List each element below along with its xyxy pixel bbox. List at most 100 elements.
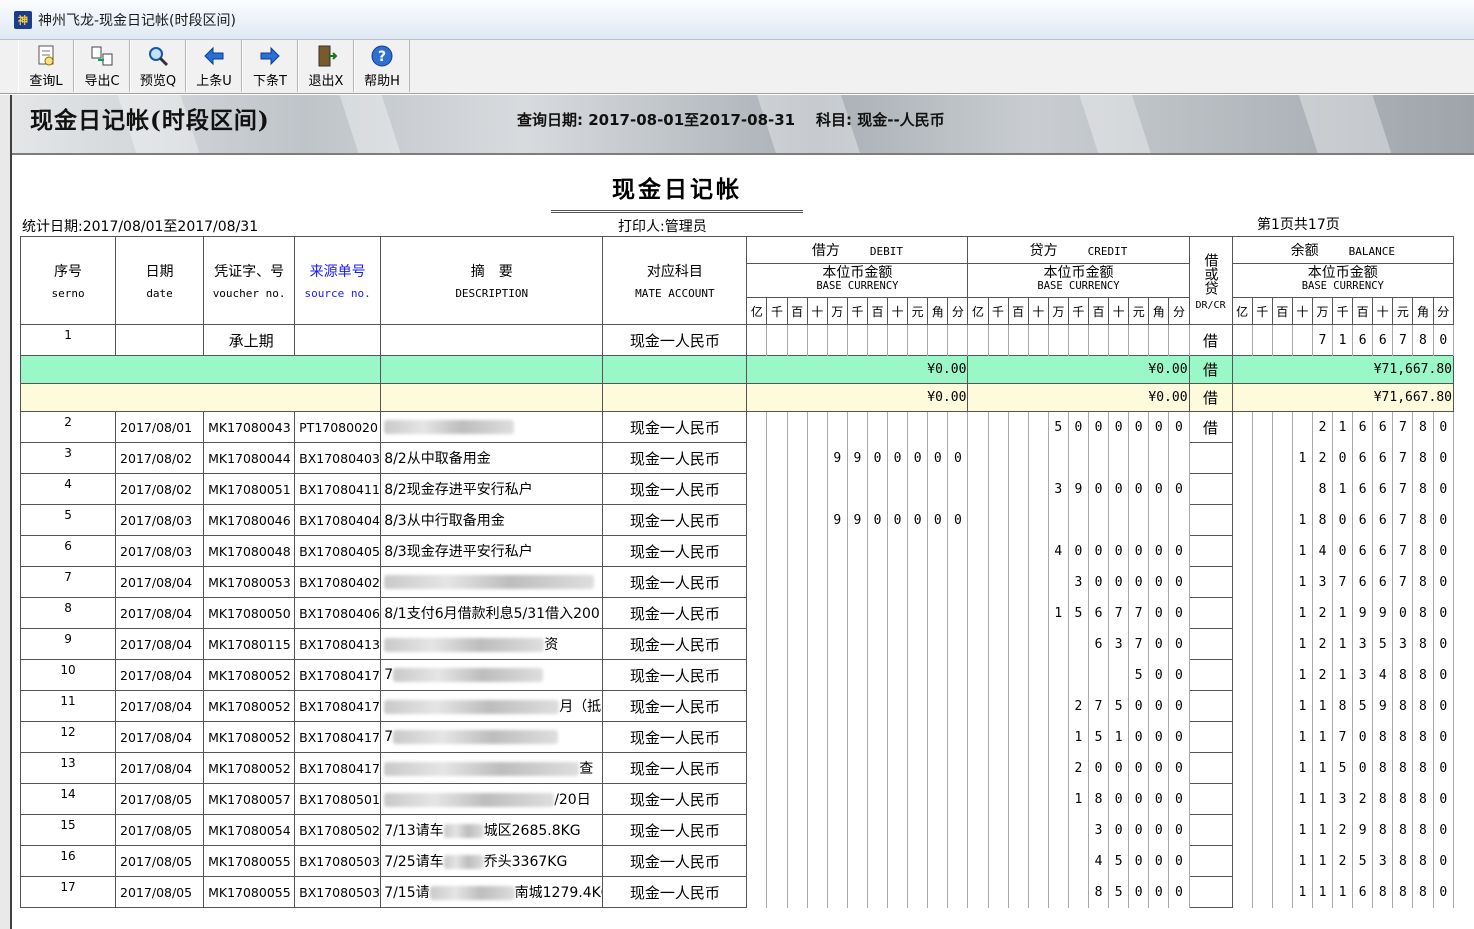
credit-digit (1047, 845, 1069, 877)
table-row[interactable]: 15 2017/08/05 MK17080054 BX17080502 7/13请车 城区… (19, 814, 1454, 846)
table-row[interactable]: 17 2017/08/05 MK17080055 BX17080503 7/15请 南城1… (19, 876, 1454, 908)
digit-unit-header: 分 (1432, 297, 1454, 325)
credit-digit: 0 (1128, 845, 1150, 877)
credit-digit: 0 (1168, 659, 1190, 691)
credit-digit (987, 690, 1009, 722)
debit-digit: 0 (887, 504, 909, 536)
digit-unit-header: 十 (1372, 297, 1394, 325)
balance-digit: 6 (1352, 442, 1374, 474)
credit-digit (1067, 814, 1089, 846)
table-row[interactable]: 2 2017/08/01 MK17080043 PT17080020 现金一人民币 5 0 0… (19, 411, 1454, 443)
table-row[interactable]: 13 2017/08/04 MK17080052 BX17080417 查现金一人民币 2… (19, 752, 1454, 784)
toolbar-button-preview-magnifier[interactable]: 预览Q (130, 40, 186, 92)
balance-digit: 8 (1332, 690, 1354, 722)
credit-digit (1027, 535, 1049, 567)
table-row[interactable]: 10 2017/08/04 MK17080052 BX17080417 7 现金一人民币 5… (19, 659, 1454, 691)
balance-digit: 6 (1372, 324, 1394, 356)
toolbar-button-label: 上条U (196, 73, 232, 89)
cell-dr-cr (1188, 535, 1233, 567)
table-row[interactable]: 5 2017/08/03 MK17080046 BX17080404 8/3从中行取备用… (19, 504, 1454, 536)
arrow-left-icon (201, 44, 227, 68)
table-row[interactable]: 4 2017/08/02 MK17080051 BX17080411 8/2现金存进平安… (19, 473, 1454, 505)
balance-digit (1231, 411, 1253, 443)
credit-digit (1027, 324, 1049, 356)
table-row-summary[interactable]: ¥0.00 ¥0.00 借 ¥71,667.80 (19, 383, 1455, 412)
balance-digit: 6 (1352, 324, 1374, 356)
credit-digit (1108, 442, 1130, 474)
debit-digit (806, 504, 828, 536)
header-serno: 序号 serno (19, 236, 117, 325)
table-row-carry-forward[interactable]: 1 承上期 现金一人民币借 7 1 6 6 7 8 0 (19, 324, 1454, 356)
debit-digit (866, 659, 889, 691)
digit-unit-header: 千 (766, 297, 788, 325)
table-row[interactable]: 14 2017/08/05 MK17080057 BX17080501/20日 现金一人… (19, 783, 1454, 815)
debit-digit (746, 566, 768, 598)
cell-serno: 10 (19, 659, 117, 691)
cell-date: 2017/08/04 (115, 752, 205, 784)
balance-digit: 1 (1311, 721, 1334, 753)
balance-digit: 9 (1372, 690, 1394, 722)
balance-digit (1251, 628, 1273, 660)
cell-account: 现金一人民币 (602, 597, 748, 629)
balance-digit (1271, 876, 1293, 908)
balance-digit (1271, 659, 1293, 691)
toolbar-button-query-doc[interactable]: 查询L (18, 40, 74, 92)
table-row[interactable]: 12 2017/08/04 MK17080052 BX17080417 7 现金一人民币 1… (19, 721, 1454, 753)
credit-digit: 0 (1128, 783, 1150, 815)
balance-digit: 1 (1291, 442, 1313, 474)
credit-digit (1007, 814, 1029, 846)
table-row[interactable]: 9 2017/08/04 MK17080115 BX17080413 资现金一人民币 6 3… (19, 628, 1454, 660)
table-row[interactable]: 16 2017/08/05 MK17080055 BX17080503 7/25请车 乔头… (19, 845, 1454, 877)
balance-digit: 1 (1332, 411, 1354, 443)
cell-description: 8/1支付6月借款利息5/31借入200 (380, 597, 604, 629)
header-balance: 余额 BALANCE (1231, 236, 1455, 264)
cell-dr-cr (1188, 876, 1233, 908)
credit-digit (967, 628, 989, 660)
cell-serno: 11 (19, 690, 117, 722)
table-row[interactable]: 7 2017/08/04 MK17080053 BX17080402 现金一人民币 3 0 0… (19, 566, 1454, 598)
table-row-summary[interactable]: ¥0.00 ¥0.00 借 ¥71,667.80 (19, 355, 1455, 384)
balance-digit: 2 (1311, 411, 1334, 443)
toolbar-button-export[interactable]: 导出C (74, 40, 130, 92)
table-row[interactable]: 8 2017/08/04 MK17080050 BX17080406 8/1支付6月借款… (19, 597, 1454, 629)
description-text: 月（抵 (559, 699, 602, 715)
credit-digit (1128, 324, 1150, 356)
table-row[interactable]: 3 2017/08/02 MK17080044 BX17080403 8/2从中取备用金… (19, 442, 1454, 474)
digit-unit-header: 百 (1352, 297, 1374, 325)
toolbar-button-arrow-right[interactable]: 下条T (242, 40, 298, 92)
table-row[interactable]: 6 2017/08/03 MK17080048 BX17080405 8/3现金存进平安… (19, 535, 1454, 567)
debit-digit (927, 876, 949, 908)
balance-digit (1271, 411, 1293, 443)
toolbar-button-exit-door[interactable]: 退出X (298, 40, 354, 92)
debit-digit (746, 597, 768, 629)
table-row[interactable]: 11 2017/08/04 MK17080052 BX17080417 月（抵 现金一人民… (19, 690, 1454, 722)
cell-dr-cr: 借 (1188, 324, 1233, 356)
credit-digit: 1 (1067, 721, 1089, 753)
group-cn: 借方 (811, 242, 840, 259)
credit-digit (1007, 597, 1029, 629)
balance-digit: 6 (1352, 876, 1374, 908)
credit-digit: 0 (1128, 721, 1150, 753)
credit-digit (1007, 752, 1029, 784)
debit-digit (846, 752, 868, 784)
cell-account: 现金一人民币 (602, 628, 748, 660)
cell-voucher: 承上期 (203, 324, 296, 356)
credit-digit (987, 504, 1009, 536)
debit-digit (806, 721, 828, 753)
balance-digit: 6 (1352, 473, 1374, 505)
balance-digit (1251, 845, 1273, 877)
debit-digit: 0 (887, 442, 909, 474)
cell-dr-cr (1188, 783, 1233, 815)
debit-digit (746, 721, 768, 753)
debit-digit (746, 659, 768, 691)
debit-digit (887, 659, 909, 691)
toolbar-button-arrow-left[interactable]: 上条U (186, 40, 242, 92)
toolbar-button-help[interactable]: ? 帮助H (354, 40, 410, 92)
credit-digit: 0 (1148, 783, 1170, 815)
debit-digit (866, 473, 889, 505)
toolbar-button-label: 退出X (308, 73, 344, 89)
debit-digit (846, 690, 868, 722)
debit-digit (866, 752, 889, 784)
balance-digit: 1 (1332, 473, 1354, 505)
credit-digit (1007, 659, 1029, 691)
